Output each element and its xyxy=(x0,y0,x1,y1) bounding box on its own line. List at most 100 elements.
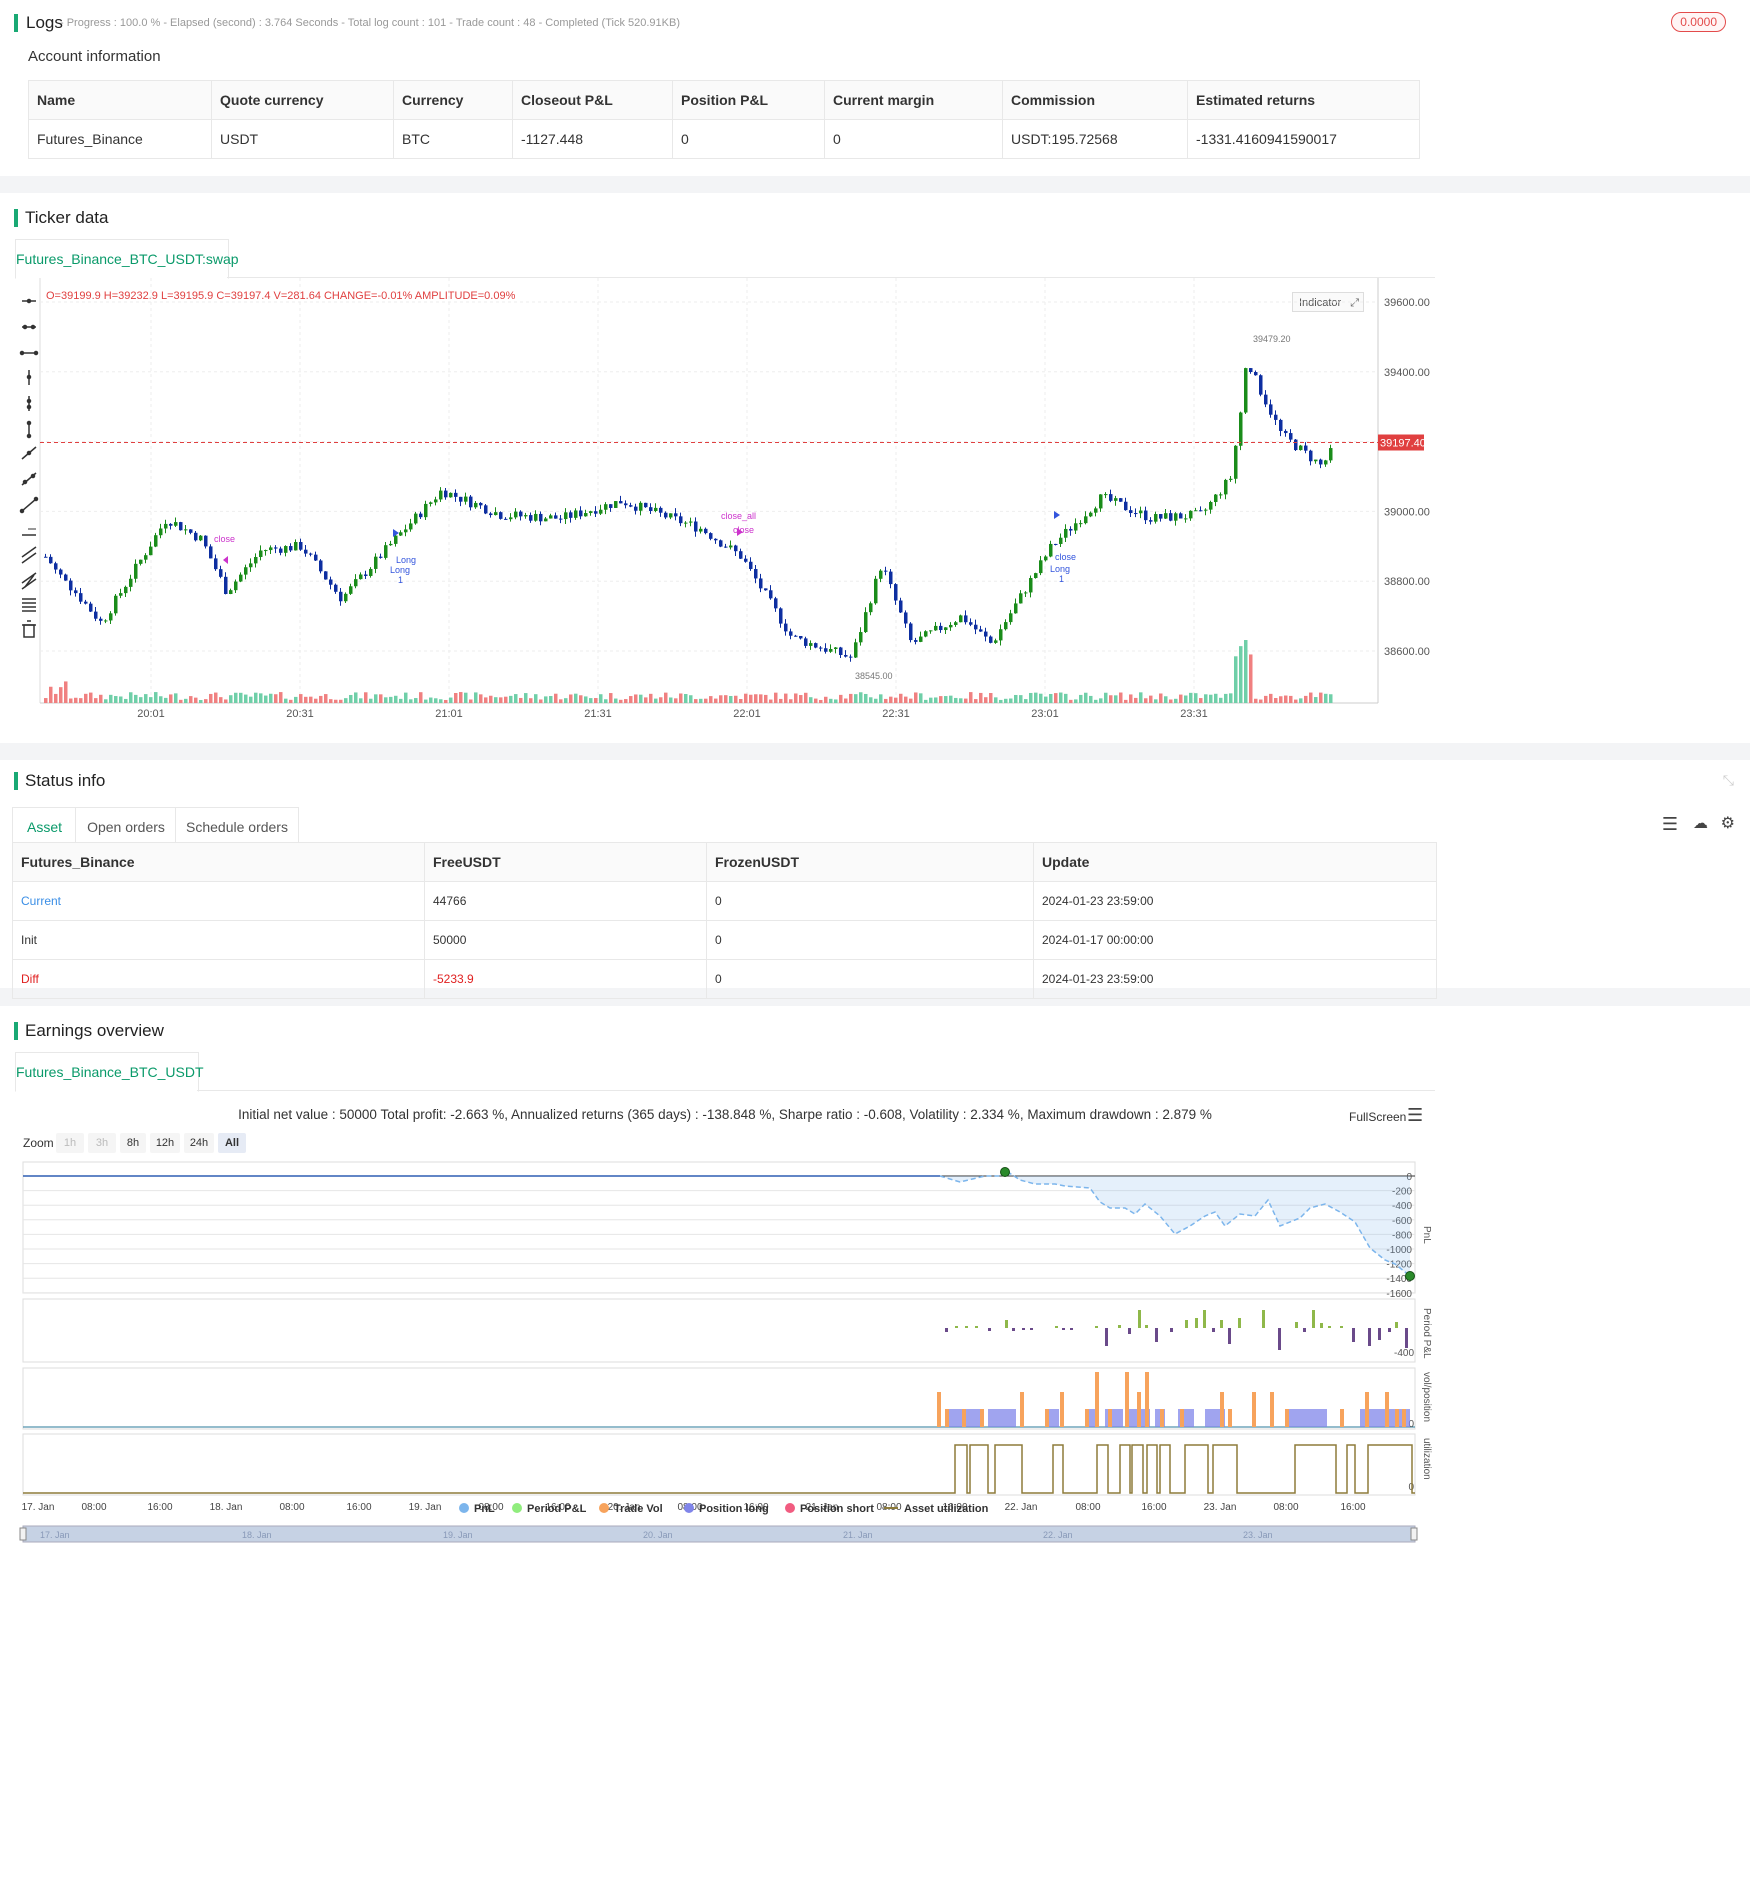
volume-bar xyxy=(1144,698,1148,703)
volume-bar xyxy=(879,694,883,703)
fullscreen-button[interactable]: FullScreen xyxy=(1349,1110,1406,1124)
candlestick-chart[interactable]: 39600.00 39400.00 39000.00 38800.00 38600.00… xyxy=(0,278,1440,728)
volume-bar xyxy=(149,697,153,703)
volume-bar xyxy=(159,696,163,703)
candle-body xyxy=(289,546,293,551)
candle-body xyxy=(1049,543,1053,557)
volume-bar xyxy=(319,695,323,703)
logs-badge[interactable]: 0.0000 xyxy=(1671,12,1726,32)
asset-row-current: Current 44766 0 2024-01-23 23:59:00 xyxy=(12,881,1437,921)
zoom-button-12h[interactable]: 12h xyxy=(150,1133,180,1153)
volume-bar xyxy=(184,698,188,703)
volume-bar xyxy=(1094,699,1098,703)
trade-vol-bar xyxy=(1095,1372,1099,1427)
volume-bar xyxy=(1109,695,1113,703)
period-bar xyxy=(975,1326,978,1328)
volume-bar xyxy=(389,696,393,703)
tab-asset[interactable]: Asset xyxy=(12,807,77,847)
gear-icon[interactable]: ⚙ xyxy=(1721,813,1735,833)
candle-body xyxy=(504,518,508,520)
time-tick: 16:00 xyxy=(1340,1502,1365,1513)
zoom-button-1h[interactable]: 1h xyxy=(56,1133,84,1153)
menu-icon[interactable]: ☰ xyxy=(1407,1105,1423,1126)
volume-bar xyxy=(514,694,518,703)
asset-cell: 2024-01-23 23:59:00 xyxy=(1033,959,1437,999)
volume-bar xyxy=(489,695,493,703)
price-tick: 38800.00 xyxy=(1384,576,1430,588)
volume-bar xyxy=(224,699,228,703)
period-bar xyxy=(1212,1328,1215,1332)
candle-body xyxy=(654,507,658,511)
zoom-button-8h[interactable]: 8h xyxy=(120,1133,146,1153)
volume-bar xyxy=(979,692,983,703)
earnings-panel: Earnings overview Futures_Binance_BTC_US… xyxy=(0,1006,1750,1892)
zoom-button-All[interactable]: All xyxy=(218,1133,246,1153)
tab-schedule-orders[interactable]: Schedule orders xyxy=(175,807,299,847)
period-bar xyxy=(1105,1328,1108,1346)
candle-body xyxy=(99,618,103,621)
candle-body xyxy=(489,513,493,516)
period-bar xyxy=(1228,1328,1231,1344)
account-header-row: Name Quote currency Currency Closeout P&… xyxy=(28,80,1420,120)
asset-header: FrozenUSDT xyxy=(706,842,1034,882)
collapse-icon[interactable]: ⤡ xyxy=(1723,772,1734,789)
zoom-button-3h[interactable]: 3h xyxy=(88,1133,116,1153)
candle-body xyxy=(609,504,613,508)
navigator-tick: 19. Jan xyxy=(443,1530,473,1540)
candle-body xyxy=(614,501,618,508)
period-bar xyxy=(1055,1326,1058,1328)
candle-body xyxy=(1209,502,1213,510)
candle-body xyxy=(274,547,278,549)
time-tick: 17. Jan xyxy=(22,1502,55,1513)
account-table: Name Quote currency Currency Closeout P&… xyxy=(28,80,1420,159)
cloud-download-icon[interactable]: ☁ xyxy=(1693,814,1708,832)
candle-body xyxy=(1269,404,1273,415)
candle-body xyxy=(104,620,108,622)
candle-body xyxy=(209,546,213,559)
tab-open-orders[interactable]: Open orders xyxy=(75,807,177,847)
candle-body xyxy=(499,512,503,519)
candle-body xyxy=(564,512,568,520)
candle-body xyxy=(1164,513,1168,519)
volume-bar xyxy=(174,693,178,703)
account-cell: 0 xyxy=(672,119,825,159)
volume-bar xyxy=(1264,695,1268,703)
candle-body xyxy=(389,543,393,546)
candle-body xyxy=(984,631,988,637)
candle-body xyxy=(644,502,648,508)
candle-body xyxy=(494,512,498,516)
candle-body xyxy=(1004,622,1008,630)
trade-vol-bar xyxy=(1108,1409,1112,1427)
earnings-chart[interactable]: 0-200-400-600-800-1000-1200-1400-1600PnL… xyxy=(0,1156,1450,1876)
candle-body xyxy=(1039,560,1043,574)
candle-body xyxy=(894,584,898,601)
candle-body xyxy=(794,635,798,637)
period-bar xyxy=(1128,1328,1131,1334)
candle-body xyxy=(434,499,438,503)
trade-vol-bar xyxy=(1402,1409,1406,1427)
period-bar xyxy=(1328,1326,1331,1328)
volume-bar xyxy=(794,693,798,703)
candle-body xyxy=(674,513,678,517)
volume-bar xyxy=(154,692,158,703)
candle-body xyxy=(454,492,458,497)
candle-body xyxy=(1244,368,1248,413)
tab-earnings-symbol[interactable]: Futures_Binance_BTC_USDT xyxy=(15,1052,204,1092)
tab-ticker-symbol[interactable]: Futures_Binance_BTC_USDT:swap xyxy=(15,239,239,279)
candle-body xyxy=(1299,445,1303,451)
list-icon[interactable]: ☰ xyxy=(1662,814,1678,835)
legend-symbol-1 xyxy=(512,1503,522,1513)
trade-vol-bar xyxy=(1252,1392,1256,1427)
zoom-button-24h[interactable]: 24h xyxy=(184,1133,214,1153)
candle-body xyxy=(899,600,903,613)
volume-bar xyxy=(1054,693,1058,703)
volume-bar xyxy=(404,692,408,703)
ticker-title: Ticker data xyxy=(25,208,109,227)
candle-body xyxy=(114,595,118,614)
volume-bar xyxy=(519,697,523,703)
volume-bar xyxy=(1184,695,1188,703)
trade-vol-bar xyxy=(1270,1392,1274,1427)
candle-body xyxy=(379,556,383,558)
asset-row-label[interactable]: Current xyxy=(12,881,425,921)
candle-body xyxy=(684,522,688,524)
